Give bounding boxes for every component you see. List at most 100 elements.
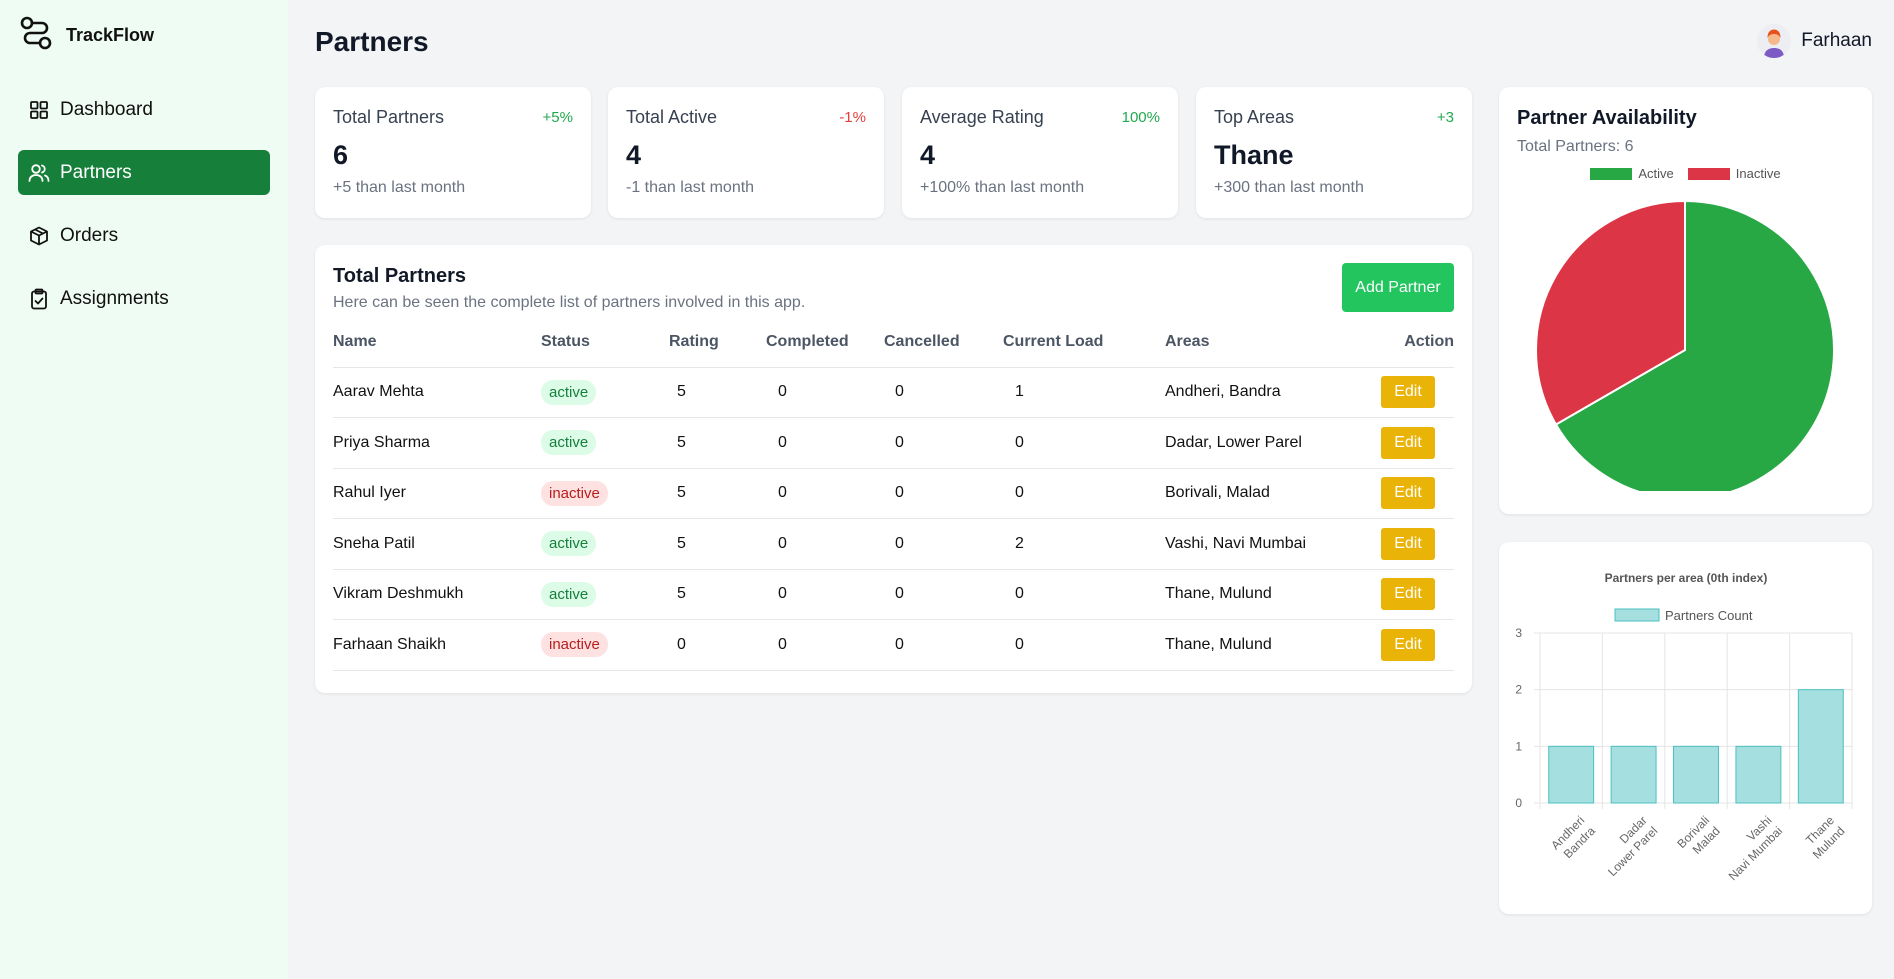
rating-cell: 5: [669, 518, 766, 570]
bar[interactable]: [1673, 745, 1719, 804]
y-tick-label: 0: [1515, 796, 1522, 810]
cancelled-cell: 0: [884, 468, 1003, 519]
stat-value: 4: [920, 140, 936, 170]
legend-item-inactive[interactable]: Inactive: [1687, 166, 1781, 181]
stat-subtext: +5 than last month: [333, 179, 466, 196]
status-badge: active: [541, 430, 597, 456]
edit-button[interactable]: Edit: [1381, 376, 1435, 409]
cancelled-cell: 0: [884, 619, 1003, 671]
table-row: Priya Sharma active 5 0 0 0 Dadar, Lower Parel…: [333, 417, 1454, 469]
stat-change: +3: [1436, 109, 1454, 126]
cancelled-cell: 0: [884, 367, 1003, 418]
availability-subtitle: Total Partners: 6: [1517, 138, 1634, 155]
current-load-cell: 0: [1003, 569, 1165, 620]
column-header[interactable]: Current Load: [1003, 317, 1165, 368]
stat-change: +5%: [542, 109, 573, 126]
status-cell: active: [541, 518, 669, 570]
status-badge: inactive: [541, 480, 608, 506]
brand[interactable]: TrackFlow: [20, 16, 154, 55]
status-badge: active: [541, 531, 597, 557]
partner-name: Priya Sharma: [333, 417, 541, 469]
edit-button[interactable]: Edit: [1381, 578, 1435, 611]
current-load-cell: 0: [1003, 468, 1165, 519]
completed-cell: 0: [766, 417, 884, 469]
completed-cell: 0: [766, 367, 884, 418]
legend-label: Active: [1638, 166, 1674, 181]
users-icon: [28, 162, 50, 184]
cancelled-cell: 0: [884, 518, 1003, 570]
column-header[interactable]: Completed: [766, 317, 884, 368]
legend-item-active[interactable]: Active: [1590, 166, 1674, 181]
edit-button[interactable]: Edit: [1381, 628, 1435, 661]
partners-table: Name Status Rating Completed Cancelled C…: [333, 317, 1454, 671]
bar[interactable]: [1797, 689, 1844, 804]
current-load-cell: 2: [1003, 518, 1165, 570]
y-tick-label: 3: [1515, 626, 1522, 640]
sidebar: TrackFlow Dashboard Partners Orders Assi…: [0, 0, 288, 979]
table-title: Total Partners: [333, 265, 466, 287]
stat-card-total-active: Total Active -1% 4 -1 than last month: [608, 87, 884, 218]
partner-name: Sneha Patil: [333, 518, 541, 570]
add-partner-button[interactable]: Add Partner: [1342, 263, 1454, 312]
partners-per-area-chart: Partners per area (0th index) Partners C…: [1515, 571, 1853, 883]
action-cell: Edit: [1362, 468, 1454, 519]
y-tick-label: 1: [1515, 739, 1522, 753]
partners-per-area-card: Partners per area (0th index) Partners C…: [1499, 542, 1872, 914]
edit-button[interactable]: Edit: [1381, 426, 1435, 459]
column-header: Action: [1362, 317, 1454, 368]
edit-button[interactable]: Edit: [1381, 477, 1435, 510]
cancelled-cell: 0: [884, 569, 1003, 620]
completed-cell: 0: [766, 619, 884, 671]
bar[interactable]: [1610, 745, 1657, 804]
action-cell: Edit: [1362, 417, 1454, 469]
trackflow-logo-icon: [20, 16, 52, 55]
sidebar-item-dashboard[interactable]: Dashboard: [18, 87, 270, 132]
sidebar-item-orders[interactable]: Orders: [18, 213, 270, 258]
stat-label: Total Active: [626, 107, 718, 127]
stat-value: 4: [626, 140, 642, 170]
stat-subtext: -1 than last month: [626, 179, 755, 196]
rating-cell: 0: [669, 619, 766, 671]
column-header[interactable]: Rating: [669, 317, 766, 368]
column-header[interactable]: Name: [333, 317, 541, 368]
brand-name: TrackFlow: [66, 25, 155, 45]
sidebar-nav: Dashboard Partners Orders Assignments: [18, 87, 270, 339]
user-menu[interactable]: Farhaan: [1757, 24, 1872, 58]
sidebar-item-label: Dashboard: [60, 98, 153, 120]
stat-change: -1%: [839, 109, 866, 126]
column-header[interactable]: Cancelled: [884, 317, 1003, 368]
stat-card-average-rating: Average Rating 100% 4 +100% than last mo…: [902, 87, 1178, 218]
edit-button[interactable]: Edit: [1381, 527, 1435, 560]
sidebar-item-assignments[interactable]: Assignments: [18, 276, 270, 321]
partner-name: Aarav Mehta: [333, 367, 541, 418]
sidebar-item-label: Assignments: [60, 287, 169, 309]
areas-cell: Thane, Mulund: [1165, 619, 1362, 671]
column-header[interactable]: Areas: [1165, 317, 1362, 368]
partner-name: Rahul Iyer: [333, 468, 541, 519]
areas-cell: Vashi, Navi Mumbai: [1165, 518, 1362, 570]
availability-title: Partner Availability: [1517, 107, 1697, 129]
status-badge: inactive: [541, 632, 608, 658]
clipboard-check-icon: [28, 288, 50, 310]
rating-cell: 5: [669, 468, 766, 519]
status-cell: active: [541, 417, 669, 469]
table-header-row: Name Status Rating Completed Cancelled C…: [333, 317, 1454, 368]
sidebar-item-partners[interactable]: Partners: [18, 150, 270, 195]
current-load-cell: 0: [1003, 417, 1165, 469]
completed-cell: 0: [766, 468, 884, 519]
current-load-cell: 1: [1003, 367, 1165, 418]
bar-legend[interactable]: Partners Count: [1614, 608, 1753, 623]
partners-table-card: Total Partners Here can be seen the comp…: [315, 245, 1472, 693]
bar[interactable]: [1548, 745, 1595, 804]
areas-cell: Thane, Mulund: [1165, 569, 1362, 620]
legend-label: Partners Count: [1665, 608, 1753, 623]
bar[interactable]: [1735, 745, 1782, 804]
sidebar-item-label: Partners: [60, 161, 132, 183]
status-cell: active: [541, 569, 669, 620]
completed-cell: 0: [766, 569, 884, 620]
column-header[interactable]: Status: [541, 317, 669, 368]
y-tick-label: 2: [1515, 683, 1522, 697]
rating-cell: 5: [669, 367, 766, 418]
rating-cell: 5: [669, 569, 766, 620]
stat-card-total-partners: Total Partners +5% 6 +5 than last month: [315, 87, 591, 218]
